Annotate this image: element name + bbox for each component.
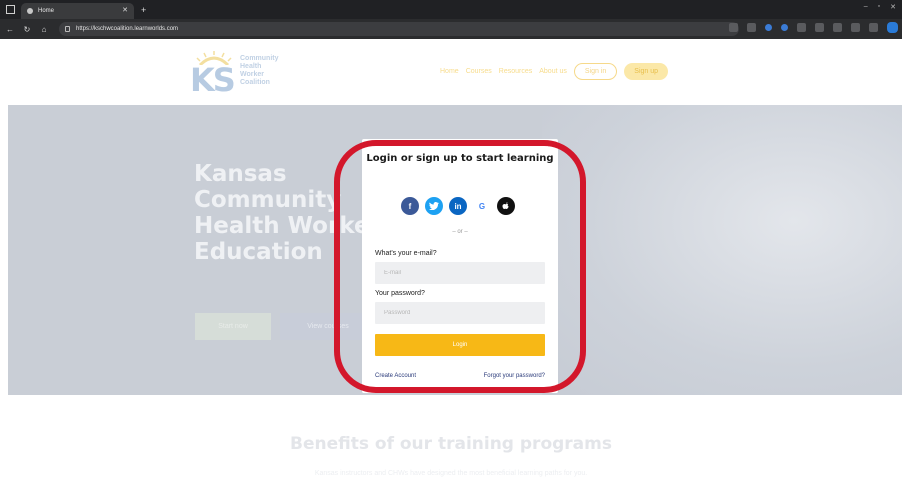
- twitter-login-icon[interactable]: [425, 197, 443, 215]
- nav-home[interactable]: Home: [440, 68, 459, 75]
- extension-icon[interactable]: [765, 24, 772, 31]
- extension-2-icon[interactable]: [781, 24, 788, 31]
- login-modal: ✕ Login or sign up to start learning f i…: [362, 139, 558, 393]
- forgot-password-link[interactable]: Forgot your password?: [484, 373, 545, 379]
- url-field[interactable]: https://kschwcoalition.learnworlds.com: [59, 22, 739, 36]
- tab-actions-icon[interactable]: [6, 5, 15, 14]
- google-login-icon[interactable]: G: [473, 197, 491, 215]
- browser-tab[interactable]: Home ✕: [21, 3, 134, 19]
- toolbar-icons: [729, 22, 898, 33]
- site-nav: Home Courses Resources About us Sign in …: [440, 63, 669, 80]
- modal-title: Login or sign up to start learning: [366, 153, 554, 164]
- favorites-icon[interactable]: [747, 23, 756, 32]
- benefits-subtitle: Kansas instructors and CHWs have designe…: [314, 470, 588, 477]
- minimize-icon[interactable]: –: [864, 3, 868, 11]
- read-aloud-icon[interactable]: [729, 23, 738, 32]
- profile-avatar-icon[interactable]: [851, 23, 860, 32]
- tab-bar: Home ✕ + – ▫ ✕: [0, 0, 902, 19]
- modal-close-icon[interactable]: ✕: [547, 141, 553, 149]
- apple-login-icon[interactable]: [497, 197, 515, 215]
- history-icon[interactable]: [833, 23, 842, 32]
- hero-background: [542, 105, 902, 395]
- more-icon[interactable]: [869, 23, 878, 32]
- window-controls: – ▫ ✕: [864, 3, 896, 11]
- email-input[interactable]: [375, 262, 545, 284]
- nav-about[interactable]: About us: [539, 68, 567, 75]
- tab-title: Home: [38, 8, 55, 14]
- address-bar-row: ← ↻ ⌂ https://kschwcoalition.learnworlds…: [0, 19, 902, 39]
- split-screen-icon[interactable]: [797, 23, 806, 32]
- site-header: KS Community Health Worker Coalition Hom…: [0, 39, 902, 105]
- home-icon[interactable]: ⌂: [37, 25, 51, 34]
- social-login-row: f in G: [401, 197, 515, 215]
- signin-button[interactable]: Sign in: [573, 63, 618, 80]
- nav-courses[interactable]: Courses: [466, 68, 492, 75]
- browser-window: Home ✕ + – ▫ ✕ ← ↻ ⌂ https://kschwcoalit…: [0, 0, 902, 492]
- close-window-icon[interactable]: ✕: [890, 3, 896, 11]
- back-icon[interactable]: ←: [3, 25, 17, 34]
- nav-resources[interactable]: Resources: [499, 68, 532, 75]
- url-text: https://kschwcoalition.learnworlds.com: [76, 26, 179, 32]
- linkedin-login-icon[interactable]: in: [449, 197, 467, 215]
- start-now-button[interactable]: Start now: [195, 313, 271, 340]
- login-button[interactable]: Login: [375, 334, 545, 356]
- logo-letters: KS: [190, 61, 236, 99]
- lock-icon: [65, 26, 70, 32]
- or-divider: – or –: [452, 229, 468, 235]
- password-label: Your password?: [375, 290, 425, 297]
- benefits-title: Benefits of our training programs: [290, 434, 612, 454]
- signup-button[interactable]: Sign up: [624, 63, 669, 80]
- collections-icon[interactable]: [815, 23, 824, 32]
- facebook-login-icon[interactable]: f: [401, 197, 419, 215]
- bing-icon[interactable]: [887, 22, 898, 33]
- favicon-icon: [27, 8, 33, 14]
- logo-text: Community Health Worker Coalition: [240, 55, 279, 86]
- maximize-icon[interactable]: ▫: [878, 3, 880, 11]
- email-label: What's your e-mail?: [375, 250, 437, 257]
- new-tab-icon[interactable]: +: [141, 5, 146, 15]
- password-input[interactable]: [375, 302, 545, 324]
- tab-close-icon[interactable]: ✕: [122, 6, 128, 14]
- refresh-icon[interactable]: ↻: [20, 25, 34, 34]
- site-logo[interactable]: KS Community Health Worker Coalition: [190, 51, 288, 99]
- create-account-link[interactable]: Create Account: [375, 373, 416, 379]
